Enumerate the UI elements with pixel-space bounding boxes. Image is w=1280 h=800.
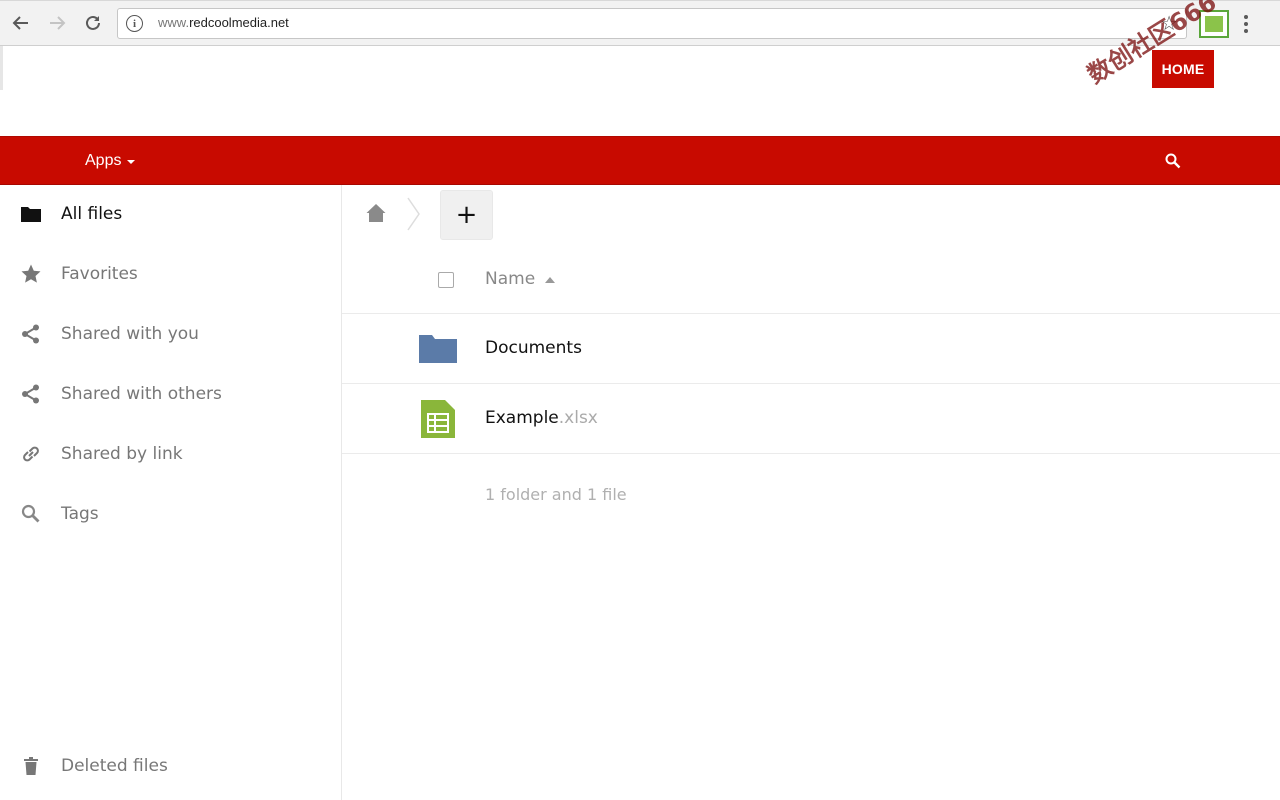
sidebar-item-label: Tags <box>61 504 99 524</box>
reload-button[interactable] <box>80 10 106 36</box>
sidebar-item-deleted-files[interactable]: Deleted files <box>0 738 341 794</box>
caret-down-icon <box>127 160 136 164</box>
search-icon[interactable] <box>1164 152 1182 170</box>
sidebar-item-label: Favorites <box>61 264 138 284</box>
sidebar-item-label: Shared with you <box>61 324 199 344</box>
sidebar-item-shared-by-link[interactable]: Shared by link <box>0 426 341 482</box>
trash-icon <box>20 755 42 777</box>
sidebar-item-tags[interactable]: Tags <box>0 486 341 542</box>
folder-icon <box>20 203 42 225</box>
file-row-example[interactable]: Example.xlsx <box>342 384 1280 454</box>
apps-menu[interactable]: Apps <box>85 152 136 170</box>
new-file-button[interactable]: + <box>440 190 493 240</box>
breadcrumb-separator <box>407 197 420 231</box>
arrow-right-icon <box>50 16 66 30</box>
column-name-header[interactable]: Name <box>485 269 556 289</box>
home-icon[interactable] <box>365 202 387 224</box>
home-button[interactable]: HOME <box>1152 50 1214 88</box>
sort-ascending-icon <box>545 277 556 283</box>
back-button[interactable] <box>8 10 34 36</box>
folder-icon <box>419 335 457 363</box>
sidebar-item-shared-with-others[interactable]: Shared with others <box>0 366 341 422</box>
sidebar-item-label: Shared with others <box>61 384 222 404</box>
spreadsheet-icon <box>421 400 455 438</box>
forward-button[interactable] <box>44 10 70 36</box>
select-all-checkbox[interactable] <box>438 272 454 288</box>
file-name[interactable]: Documents <box>485 338 582 358</box>
app-header: Apps <box>0 136 1280 185</box>
share-icon <box>20 383 42 405</box>
sidebar-item-favorites[interactable]: Favorites <box>0 246 341 302</box>
file-row-documents[interactable]: Documents <box>342 314 1280 384</box>
url-text[interactable]: www.redcoolmedia.net <box>158 15 289 30</box>
reload-icon <box>86 15 100 30</box>
browser-menu-icon[interactable] <box>1238 11 1254 37</box>
link-icon <box>20 443 42 465</box>
sidebar-item-label: Shared by link <box>61 444 183 464</box>
search-icon <box>20 503 42 525</box>
column-name-label: Name <box>485 269 536 289</box>
sidebar-item-all-files[interactable]: All files <box>0 186 341 242</box>
file-count-summary: 1 folder and 1 file <box>485 485 627 504</box>
address-bar[interactable]: i www.redcoolmedia.net ☆ <box>117 8 1187 39</box>
file-list-header: Name <box>342 248 1280 314</box>
sidebar: All files Favorites Shared with you Shar… <box>0 185 342 800</box>
share-icon <box>20 323 42 345</box>
browser-toolbar: i www.redcoolmedia.net ☆ <box>0 0 1280 46</box>
info-icon[interactable]: i <box>126 15 143 32</box>
file-name[interactable]: Example.xlsx <box>485 408 598 428</box>
sidebar-item-label: All files <box>61 204 123 224</box>
arrow-left-icon <box>12 16 28 30</box>
sidebar-item-label: Deleted files <box>61 756 168 776</box>
star-icon <box>20 263 42 285</box>
apps-menu-label: Apps <box>85 152 122 169</box>
sidebar-item-shared-with-you[interactable]: Shared with you <box>0 306 341 362</box>
banner-divider <box>0 46 3 90</box>
